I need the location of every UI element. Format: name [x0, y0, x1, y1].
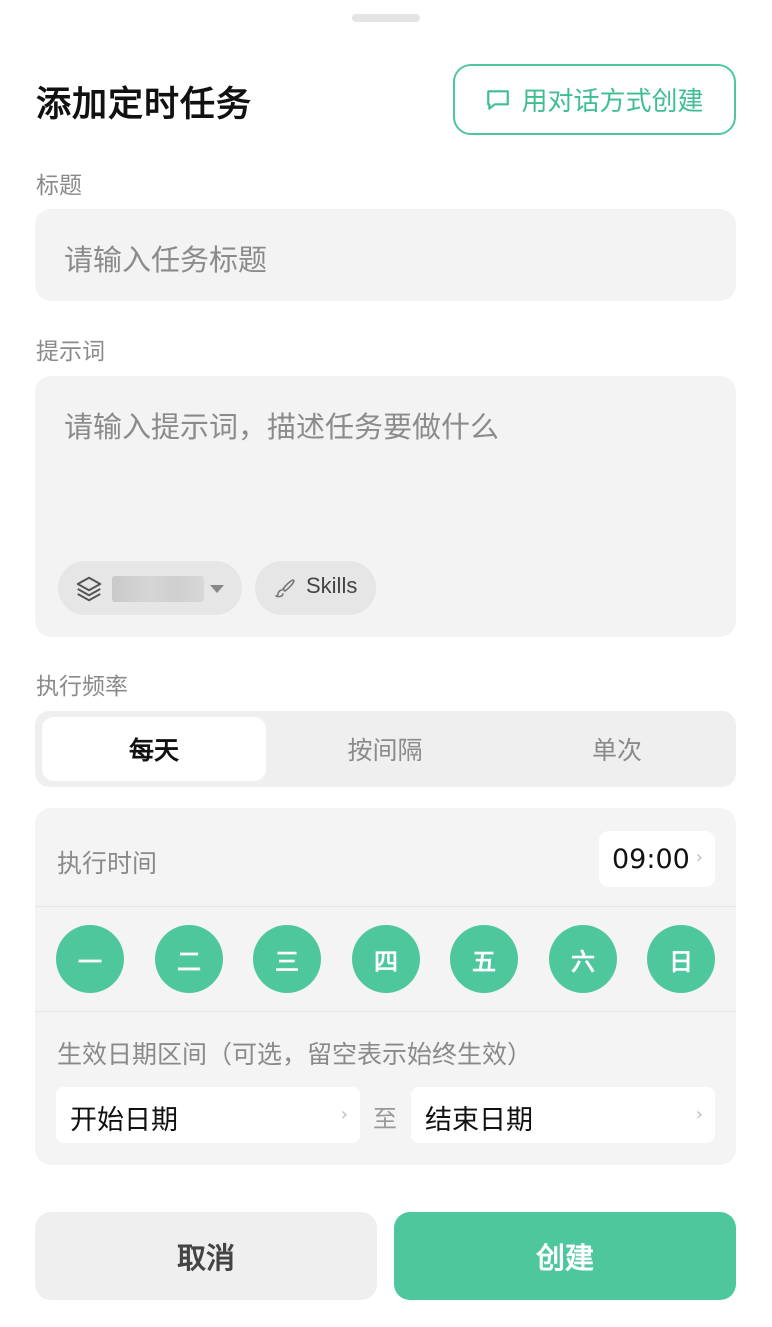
model-selector[interactable] [58, 561, 242, 615]
day-toggle-tue[interactable]: 二 [155, 925, 223, 993]
start-date-field[interactable]: 开始日期 › [56, 1087, 360, 1143]
day-toggle-mon[interactable]: 一 [56, 925, 124, 993]
day-toggle-wed[interactable]: 三 [253, 925, 321, 993]
tab-daily[interactable]: 每天 [42, 717, 266, 781]
chevron-right-icon: › [340, 1104, 348, 1125]
sheet-grabber[interactable] [352, 14, 420, 22]
page-title: 添加定时任务 [36, 85, 253, 125]
execution-time-label: 执行时间 [57, 849, 158, 878]
create-button[interactable]: 创建 [394, 1212, 736, 1300]
title-input-placeholder: 请输入任务标题 [64, 243, 268, 277]
title-input[interactable]: 请输入任务标题 [35, 209, 736, 301]
prompt-input[interactable]: 请输入提示词，描述任务要做什么 Skills [35, 376, 736, 637]
layers-icon [76, 576, 102, 602]
chevron-down-icon [210, 585, 224, 593]
skills-button[interactable]: Skills [255, 561, 376, 615]
prompt-field-label: 提示词 [36, 339, 105, 365]
time-picker[interactable]: 09:00 › [599, 831, 715, 887]
prompt-input-placeholder: 请输入提示词，描述任务要做什么 [64, 410, 500, 444]
time-value: 09:00 [612, 843, 690, 875]
chat-bubble-icon [487, 89, 510, 110]
end-date-field[interactable]: 结束日期 › [411, 1087, 715, 1143]
chat-create-button[interactable]: 用对话方式创建 [453, 64, 736, 135]
date-range-label: 生效日期区间（可选，留空表示始终生效） [57, 1040, 533, 1069]
chevron-right-icon: › [695, 1104, 703, 1125]
title-field-label: 标题 [36, 173, 82, 199]
cancel-button[interactable]: 取消 [35, 1212, 377, 1300]
schedule-card: 执行时间 09:00 › 一 二 三 四 五 六 日 生效日期区间（可选，留空表… [35, 808, 736, 1165]
end-date-placeholder: 结束日期 [425, 1105, 533, 1136]
start-date-placeholder: 开始日期 [70, 1105, 178, 1136]
day-toggle-fri[interactable]: 五 [450, 925, 518, 993]
brush-icon [275, 579, 295, 598]
divider [35, 906, 736, 907]
day-toggle-sun[interactable]: 日 [647, 925, 715, 993]
frequency-segmented-control: 每天 按间隔 单次 [35, 711, 736, 787]
model-name-redacted [112, 576, 204, 602]
frequency-label: 执行频率 [36, 674, 128, 700]
date-range-separator: 至 [373, 1105, 397, 1133]
day-toggle-thu[interactable]: 四 [352, 925, 420, 993]
divider [35, 1011, 736, 1012]
day-toggle-sat[interactable]: 六 [549, 925, 617, 993]
tab-once[interactable]: 单次 [505, 717, 729, 781]
tab-interval[interactable]: 按间隔 [273, 717, 497, 781]
skills-label: Skills [306, 573, 358, 598]
chat-create-label: 用对话方式创建 [521, 87, 704, 117]
chevron-right-icon: › [695, 847, 703, 868]
